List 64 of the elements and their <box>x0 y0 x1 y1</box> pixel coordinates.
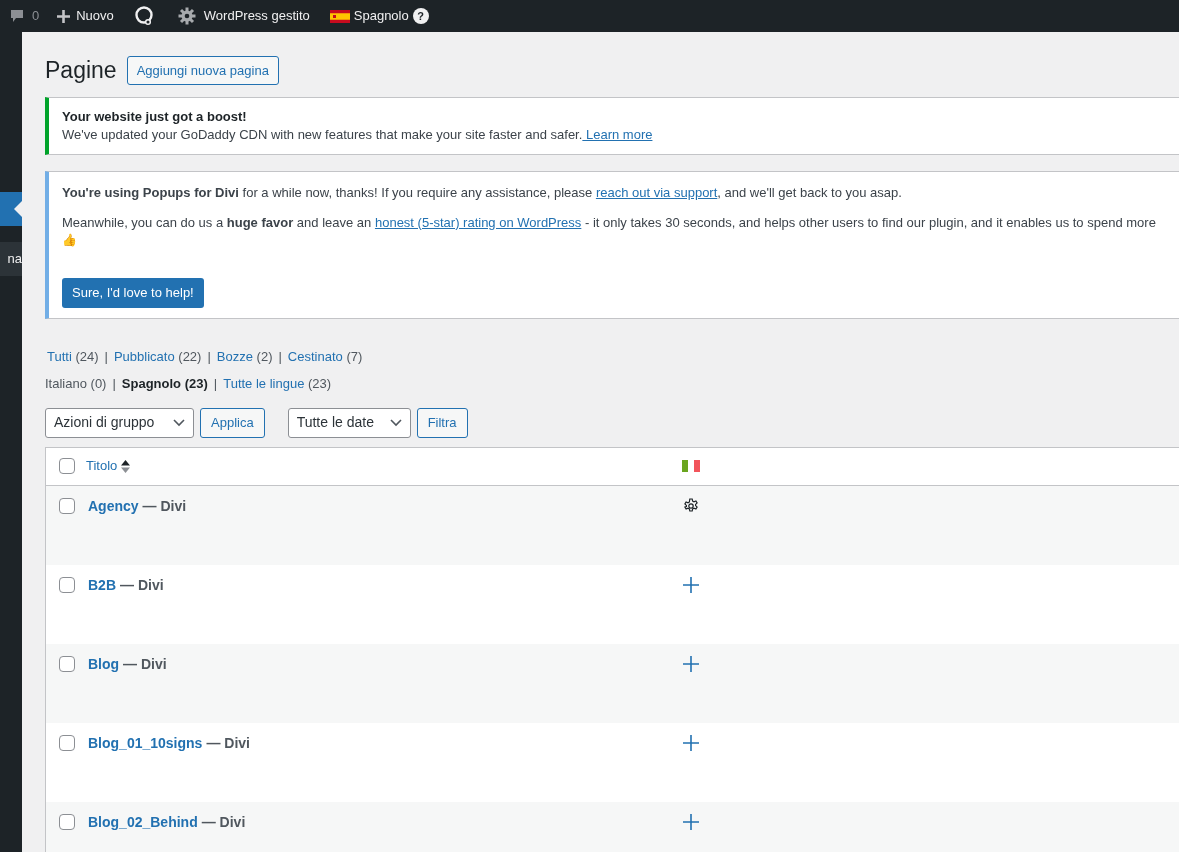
page-title: Pagine <box>45 56 117 85</box>
plus-icon[interactable] <box>683 655 699 672</box>
filter-button[interactable]: Filtra <box>416 407 468 438</box>
row-checkbox[interactable] <box>59 576 75 593</box>
filter-label: Spagnolo (23) <box>121 375 208 393</box>
sort-icon <box>121 459 131 473</box>
select-all-checkbox[interactable] <box>59 458 75 474</box>
notice-text: We've updated your GoDaddy CDN with new features that make your site faster and safer. Learn more <box>62 125 654 144</box>
row-checkbox[interactable] <box>59 497 75 514</box>
page-title-link[interactable]: Blog_01_10signs <box>88 732 203 754</box>
italy-flag-icon <box>682 460 700 472</box>
separator: | <box>206 347 212 366</box>
apply-button[interactable]: Applica <box>200 407 265 438</box>
separator: | <box>111 375 117 393</box>
dropdown[interactable]: Tutte le date <box>287 407 411 438</box>
add-page-button[interactable]: Aggiungi nuova pagina <box>126 55 279 85</box>
page-state: — Divi <box>206 733 250 753</box>
help-button[interactable]: Sure, I'd love to help! <box>62 277 204 308</box>
title-column-header[interactable]: Titolo <box>86 456 676 476</box>
filter-link[interactable]: Tutte le lingue (23) <box>223 374 332 394</box>
chevron-down-icon <box>173 418 185 427</box>
row-checkbox[interactable] <box>59 734 75 751</box>
chevron-down-icon <box>389 418 402 427</box>
filter-link[interactable]: Cestinato (7) <box>287 346 363 366</box>
sidebar-item[interactable]: na <box>0 242 22 276</box>
dropdown[interactable]: Azioni di gruppo <box>45 407 194 438</box>
plus-icon[interactable] <box>683 576 699 593</box>
separator: | <box>277 347 283 366</box>
link[interactable]: Learn more <box>582 126 653 142</box>
page-title-link[interactable]: Blog_02_Behind <box>88 811 198 833</box>
filter-label: Italiano (0) <box>45 375 107 393</box>
sidebar-item[interactable] <box>0 192 22 226</box>
filter-link[interactable]: Tutti (24) <box>47 346 99 366</box>
notice-title: Your website just got a boost! <box>62 107 248 126</box>
link[interactable]: honest (5-star) rating on WordPress <box>374 214 582 230</box>
spain-flag-icon <box>329 9 350 23</box>
page-title-link[interactable]: B2B <box>88 574 116 596</box>
page-title-link[interactable]: Agency <box>88 495 139 517</box>
page-state: — Divi <box>123 654 167 674</box>
settings-icon <box>177 7 196 25</box>
language-menu[interactable]: Spagnolo ? <box>321 6 437 26</box>
page-state: — Divi <box>120 575 164 595</box>
plus-icon[interactable] <box>683 734 699 751</box>
help-icon[interactable]: ? <box>412 8 429 24</box>
notice-text: Meanwhile, you can do us a huge favor and leave an honest (5-star) rating on WordPress - it only takes 30 seconds, and helps other users to find our plugin, and it enables us to spend more <box>62 213 1157 232</box>
thumbs-up-emoji: 👍 <box>62 231 77 248</box>
separator: | <box>212 375 219 393</box>
plus-icon <box>57 9 71 23</box>
separator: | <box>103 347 109 366</box>
page-title-link[interactable]: Blog <box>88 653 120 675</box>
filter-link[interactable]: Pubblicato (22) <box>113 346 202 366</box>
settings-icon[interactable] <box>683 497 699 514</box>
row-checkbox[interactable] <box>59 655 75 672</box>
managed-menu[interactable]: WordPress gestito <box>169 6 318 26</box>
filter-link[interactable]: Bozze (2) <box>216 346 273 366</box>
plus-icon[interactable] <box>683 813 699 830</box>
page-state: — Divi <box>142 496 187 516</box>
notice-text: You're using Popups for Divi for a while now, thanks! If you require any assistance, please reach out via support, and we'll get back to you asap. <box>62 183 903 202</box>
comment-icon[interactable] <box>10 9 24 23</box>
page-state: — Divi <box>201 812 246 832</box>
row-checkbox[interactable] <box>59 813 75 830</box>
new-menu[interactable]: Nuovo <box>49 6 122 26</box>
comment-count: 0 <box>32 7 40 26</box>
circle-logo-icon[interactable] <box>133 6 154 26</box>
